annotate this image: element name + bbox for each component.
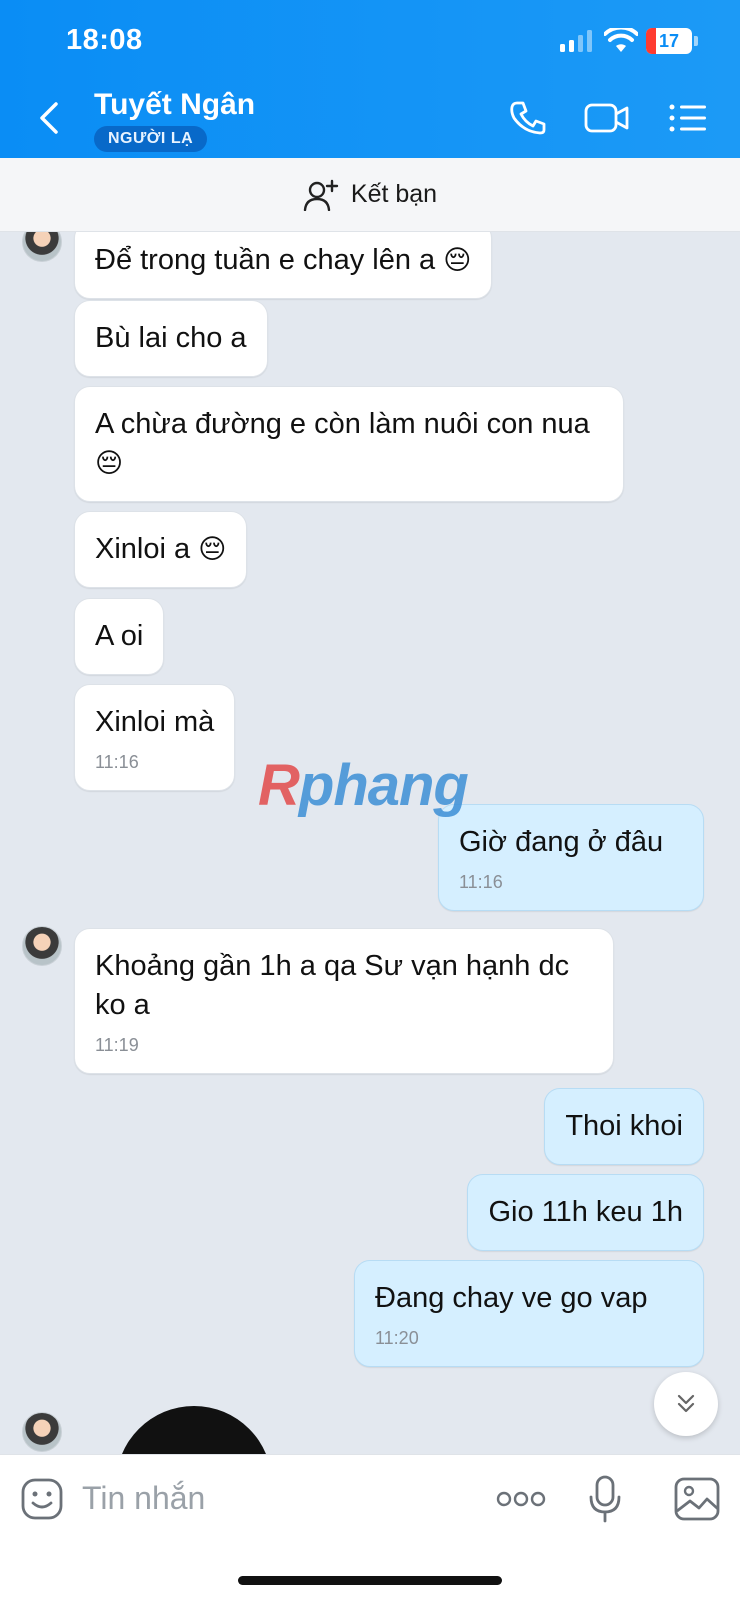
more-dots-icon[interactable] — [496, 1489, 546, 1509]
message-bubble-outgoing[interactable]: Thoi khoi — [544, 1088, 704, 1165]
avatar[interactable] — [22, 232, 62, 262]
message-composer — [0, 1454, 740, 1600]
message-text: Để trong tuần e chay lên a — [95, 244, 436, 276]
double-chevron-down-icon — [677, 1394, 695, 1413]
message-text: Khoảng gần 1h a qa Sư vạn hạnh dc ko a — [95, 950, 570, 1021]
message-bubble-outgoing[interactable]: Đang chay ve go vap 11:20 — [354, 1260, 704, 1367]
message-text: Thoi khoi — [565, 1110, 683, 1142]
add-user-icon — [303, 179, 339, 211]
chat-header: 18:08 17 Tuyết Ngân NGƯỜI LẠ — [0, 0, 740, 158]
message-bubble-outgoing[interactable]: Giờ đang ở đâu 11:16 — [438, 804, 704, 911]
message-bubble-incoming[interactable]: A chừa đường e còn làm nuôi con nua 😔 — [74, 386, 624, 502]
message-input[interactable] — [82, 1473, 462, 1523]
message-text: Bù lai cho a — [95, 322, 247, 354]
message-bubble-incoming[interactable]: Xinloi mà 11:16 — [74, 684, 236, 791]
microphone-icon[interactable] — [588, 1475, 622, 1523]
message-time: 11:16 — [95, 752, 139, 772]
video-camera-icon[interactable] — [584, 100, 630, 136]
battery-tip — [694, 36, 698, 46]
image-icon[interactable] — [674, 1477, 720, 1521]
cellular-signal-icon — [560, 30, 592, 52]
message-bubble-incoming[interactable]: Để trong tuần e chay lên a 😔 — [74, 232, 493, 299]
message-bubble-incoming[interactable]: Khoảng gần 1h a qa Sư vạn hạnh dc ko a 1… — [74, 928, 614, 1074]
message-text: A chừa đường e còn làm nuôi con nua — [95, 408, 590, 440]
list-icon[interactable] — [668, 100, 708, 136]
wifi-icon — [604, 28, 638, 52]
chevron-left-icon[interactable] — [36, 100, 62, 136]
message-text: Xinloi mà — [95, 706, 215, 738]
message-text: Gio 11h keu 1h — [488, 1196, 683, 1228]
add-friend-label: Kết bạn — [350, 180, 438, 208]
phone-icon[interactable] — [508, 100, 548, 136]
pensive-emoji-icon: 😔 — [443, 245, 472, 275]
scroll-to-bottom-button[interactable] — [654, 1372, 718, 1436]
message-text: Xinloi a — [95, 533, 191, 565]
message-bubble-incoming[interactable]: Xinloi a 😔 — [74, 511, 248, 588]
contact-name[interactable]: Tuyết Ngân — [94, 88, 255, 122]
battery-indicator: 17 — [646, 28, 692, 54]
message-bubble-incoming[interactable]: Bù lai cho a — [74, 300, 268, 377]
pensive-emoji-icon: 😔 — [198, 534, 227, 564]
message-text: A oi — [95, 620, 144, 652]
message-time: 11:19 — [95, 1035, 139, 1055]
message-bubble-outgoing[interactable]: Gio 11h keu 1h — [467, 1174, 704, 1251]
home-indicator — [238, 1576, 502, 1585]
avatar[interactable] — [22, 1412, 62, 1452]
sticker-smile-icon[interactable] — [20, 1477, 64, 1521]
stranger-badge: NGƯỜI LẠ — [94, 126, 208, 152]
watermark-logo: Rphang — [258, 753, 469, 818]
message-time: 11:16 — [459, 872, 503, 892]
status-time: 18:08 — [66, 24, 143, 56]
message-list[interactable]: Để trong tuần e chay lên a 😔 Bù lai cho … — [0, 232, 740, 1454]
message-text: Giờ đang ở đâu — [459, 826, 664, 858]
add-friend-bar[interactable]: Kết bạn — [0, 158, 740, 232]
message-bubble-incoming[interactable]: A oi — [74, 598, 165, 675]
message-time: 11:20 — [375, 1328, 419, 1348]
pensive-emoji-icon: 😔 — [95, 448, 124, 478]
avatar[interactable] — [22, 926, 62, 966]
message-text: Đang chay ve go vap — [375, 1282, 648, 1314]
